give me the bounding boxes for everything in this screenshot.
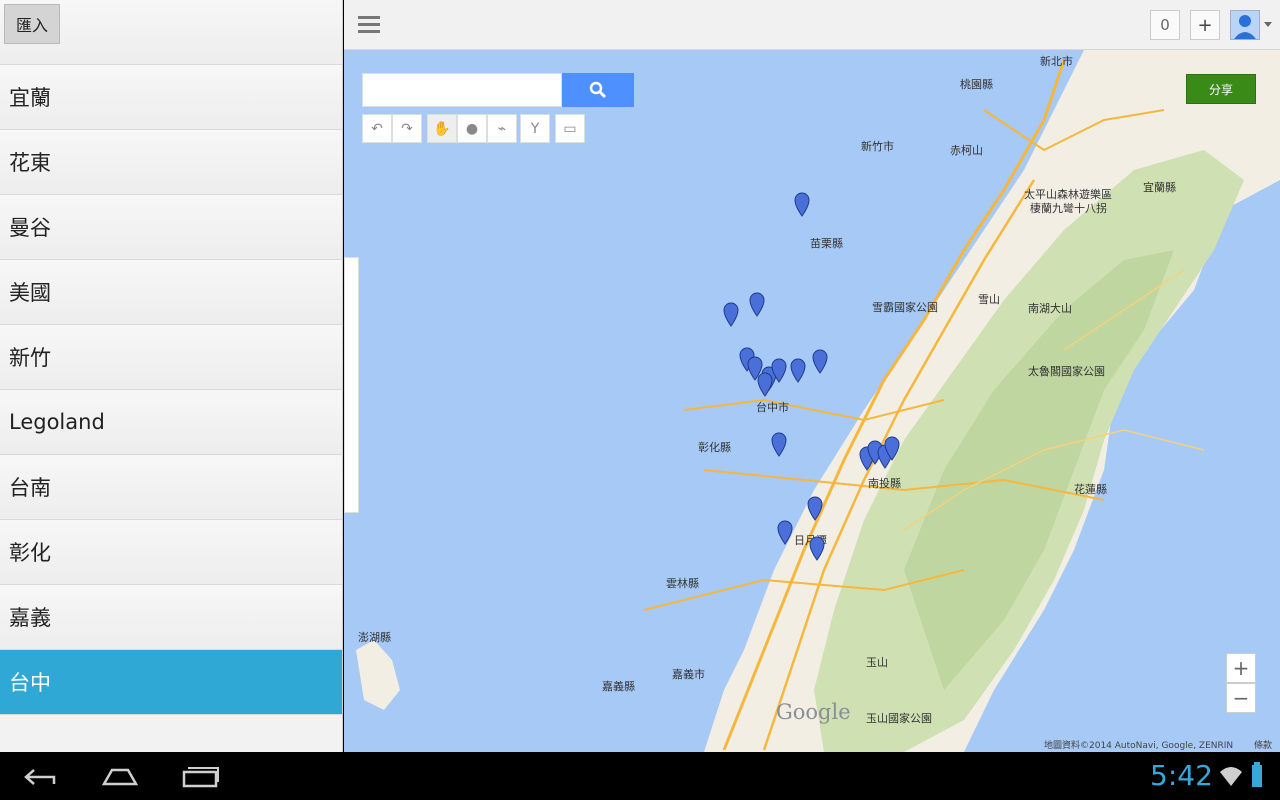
map-label: 澎湖縣 xyxy=(358,631,391,644)
wifi-icon xyxy=(1220,767,1242,786)
map-label: 赤柯山 xyxy=(950,144,983,157)
list-item-label: 美國 xyxy=(9,281,51,305)
redo-icon[interactable]: ↷ xyxy=(392,114,422,143)
chevron-down-icon[interactable] xyxy=(1264,22,1272,27)
ruler-icon[interactable]: ▭ xyxy=(555,114,585,143)
map-toolbar: 0 + xyxy=(344,0,1280,50)
list-item[interactable]: 美國 xyxy=(0,260,342,325)
list-item-label: 彰化 xyxy=(9,541,51,565)
share-plus-button[interactable]: + xyxy=(1190,10,1220,40)
map-label: 新竹市 xyxy=(861,139,894,153)
map-label: 太平山森林遊樂區 xyxy=(1024,187,1112,201)
list-item-label: 新竹 xyxy=(9,346,51,370)
zoom-in-button[interactable]: + xyxy=(1226,653,1256,683)
map-label: 嘉義縣 xyxy=(602,679,635,693)
google-logo: Google xyxy=(776,700,851,724)
list-item-label: 嘉義 xyxy=(9,606,51,630)
battery-icon xyxy=(1252,762,1262,787)
list-item-label: 台中 xyxy=(9,671,51,695)
list-item[interactable]: 花東 xyxy=(0,130,342,195)
map-label: 玉山 xyxy=(866,656,888,669)
undo-icon[interactable]: ↶ xyxy=(362,114,392,143)
list-item[interactable]: 宜蘭 xyxy=(0,65,342,130)
map-label: 雪霸國家公園 xyxy=(872,300,938,314)
directions-icon[interactable]: Y xyxy=(520,114,550,143)
notification-count-button[interactable]: 0 xyxy=(1150,10,1180,40)
map-label: 台中市 xyxy=(756,400,789,414)
map-attribution: 地圖資料©2014 AutoNavi, Google, ZENRIN xyxy=(1044,741,1234,751)
list-item[interactable]: 台南 xyxy=(0,455,342,520)
menu-icon[interactable] xyxy=(358,16,380,34)
zoom-out-button[interactable]: − xyxy=(1226,683,1256,713)
list-item-label: 宜蘭 xyxy=(9,86,51,110)
map-label: 玉山國家公園 xyxy=(866,711,932,725)
places-list: 墾丁 宜蘭 花東 曼谷 美國 新竹 Legoland 台南 彰化 嘉義 台中 xyxy=(0,0,342,715)
list-item-label: Legoland xyxy=(9,410,105,434)
list-item-label: 曼谷 xyxy=(9,216,51,240)
map-label: 雲林縣 xyxy=(666,576,699,590)
hand-icon[interactable]: ✋ xyxy=(427,114,457,143)
terms-link[interactable]: 條款 xyxy=(1254,738,1272,751)
map-label: 太魯閣國家公園 xyxy=(1028,364,1105,378)
panel-handle[interactable] xyxy=(344,257,359,513)
list-item[interactable]: 嘉義 xyxy=(0,585,342,650)
list-item-selected[interactable]: 台中 xyxy=(0,650,342,715)
system-nav-bar xyxy=(0,752,1280,800)
marker-icon[interactable]: ● xyxy=(457,114,487,143)
map-label: 苗栗縣 xyxy=(810,237,843,250)
list-item[interactable]: 新竹 xyxy=(0,325,342,390)
map-label: 嘉義市 xyxy=(672,667,705,681)
map-label: 棲蘭九彎十八拐 xyxy=(1030,201,1107,215)
search-icon xyxy=(589,81,607,99)
import-button[interactable]: 匯入 xyxy=(4,4,60,44)
share-button[interactable]: 分享 xyxy=(1186,74,1256,104)
map-label: 彰化縣 xyxy=(698,440,731,454)
map-label: 南湖大山 xyxy=(1028,301,1072,315)
map-canvas[interactable]: 新北市 桃園縣 新竹市 赤柯山 太平山森林遊樂區 棲蘭九彎十八拐 宜蘭縣 苗栗縣… xyxy=(344,50,1280,752)
map-label: 南投縣 xyxy=(868,476,901,490)
map-label: 新北市 xyxy=(1040,54,1073,68)
map-label: 桃園縣 xyxy=(960,77,993,91)
list-item-label: 台南 xyxy=(9,476,51,500)
search-button[interactable] xyxy=(562,73,634,107)
map-label: 宜蘭縣 xyxy=(1143,180,1176,194)
map-label: 花蓮縣 xyxy=(1074,482,1107,496)
list-item[interactable]: 彰化 xyxy=(0,520,342,585)
user-avatar-icon[interactable] xyxy=(1230,10,1260,40)
list-item[interactable]: Legoland xyxy=(0,390,342,455)
status-clock: 5:42 xyxy=(1150,759,1213,792)
places-sidebar: 墾丁 宜蘭 花東 曼谷 美國 新竹 Legoland 台南 彰化 嘉義 台中 匯… xyxy=(0,0,343,752)
polyline-icon[interactable]: ⌁ xyxy=(487,114,517,143)
list-item[interactable]: 曼谷 xyxy=(0,195,342,260)
recent-apps-icon[interactable] xyxy=(182,766,220,788)
map-app: 0 + 新北市 桃園縣 新竹市 赤柯山 太平山森林遊樂區 棲蘭九彎十八拐 宜蘭縣… xyxy=(344,0,1280,752)
list-item-label: 花東 xyxy=(9,151,51,175)
back-icon[interactable] xyxy=(22,766,58,788)
map-label: 雪山 xyxy=(978,293,1000,306)
home-icon[interactable] xyxy=(100,766,140,788)
search-input[interactable] xyxy=(362,73,562,107)
